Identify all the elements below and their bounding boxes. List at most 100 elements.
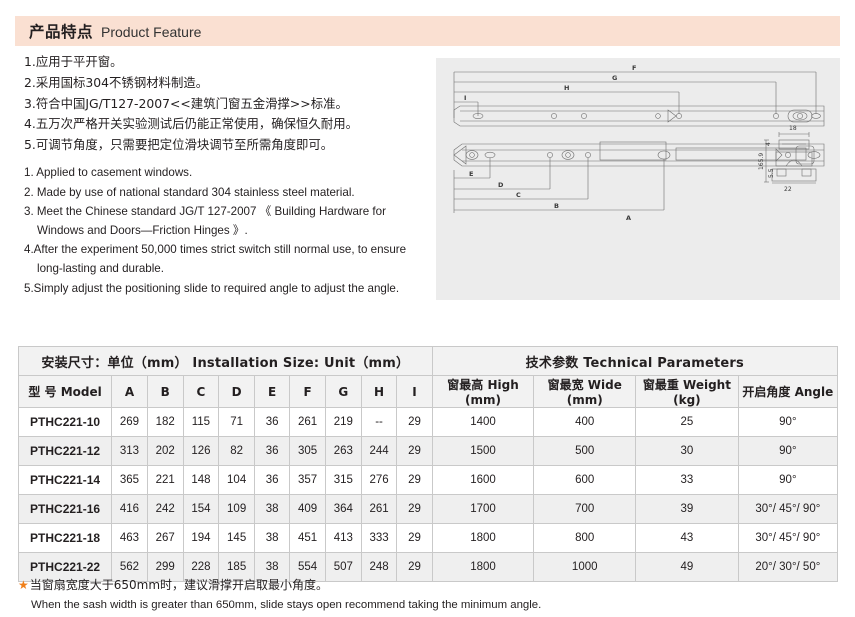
- specification-table: 安装尺寸：单位（mm） Installation Size: Unit（mm） …: [17, 346, 839, 582]
- cell-model: PTHC221-12: [17, 436, 113, 466]
- column-header-b: B: [146, 375, 184, 408]
- cell-a: 365: [111, 465, 148, 495]
- cell-b: 221: [146, 465, 184, 495]
- cell-g: 364: [324, 494, 362, 524]
- cell-e: 36: [253, 407, 291, 437]
- column-header-window-weight: 窗最重 Weight (kg): [635, 375, 739, 408]
- footer-note: ★当窗扇宽度大于650mm时，建议滑撑开启取最小角度。 When the sas…: [18, 576, 718, 611]
- cell-c: 194: [182, 523, 220, 553]
- cell-window-wide: 800: [533, 523, 637, 553]
- cell-a: 269: [111, 407, 148, 437]
- dim-label-I: I: [464, 94, 466, 102]
- cell-model: PTHC221-10: [17, 407, 113, 437]
- dim-label-H: H: [564, 84, 569, 92]
- feature-en-item: 4.After the experiment 50,000 times stri…: [24, 243, 407, 275]
- table-row: PTHC221-10 269 182 115 71 36 261 219 -- …: [17, 407, 839, 437]
- table-row: PTHC221-18 463 267 194 145 38 451 413 33…: [17, 523, 839, 553]
- dim-label-A: A: [626, 214, 631, 222]
- column-header-h: H: [360, 375, 398, 408]
- column-header-model: 型 号 Model: [17, 375, 113, 408]
- cell-model: PTHC221-14: [17, 465, 113, 495]
- column-header-window-high: 窗最高 High (mm): [431, 375, 535, 408]
- feature-cn-item: 3.符合中国JG/T127-2007<<建筑门窗五金滑撑>>标准。: [24, 95, 348, 111]
- column-header-g: G: [324, 375, 362, 408]
- feature-en-item: 2. Made by use of national standard 304 …: [24, 185, 355, 199]
- dim-label-F: F: [632, 64, 636, 72]
- section-dim-18: 18: [789, 125, 797, 132]
- cell-g: 263: [324, 436, 362, 466]
- cell-b: 267: [146, 523, 184, 553]
- cell-angle: 20°/ 30°/ 50°: [737, 552, 839, 582]
- cell-model: PTHC221-18: [17, 523, 113, 553]
- section-dim-5-5: 5.5: [768, 168, 775, 178]
- cell-g: 413: [324, 523, 362, 553]
- cell-b: 182: [146, 407, 184, 437]
- table-head: 安装尺寸：单位（mm） Installation Size: Unit（mm） …: [17, 346, 839, 408]
- table-row: PTHC221-14 365 221 148 104 36 357 315 27…: [17, 465, 839, 495]
- cell-d: 104: [218, 465, 255, 495]
- star-icon: ★: [18, 578, 29, 592]
- section-title-chinese: 产品特点: [29, 23, 94, 41]
- section-dim-4: 4: [765, 142, 772, 146]
- cell-window-wide: 600: [533, 465, 637, 495]
- cell-model: PTHC221-16: [17, 494, 113, 524]
- feature-cn-item: 4.五万次严格开关实验测试后仍能正常使用，确保恒久耐用。: [24, 116, 358, 132]
- feature-list: 1.应用于平开窗。 2.采用国标304不锈钢材料制造。 3.符合中国JG/T12…: [24, 52, 432, 299]
- cell-f: 409: [289, 494, 326, 524]
- cell-angle: 90°: [737, 465, 839, 495]
- dim-label-B: B: [554, 202, 559, 210]
- cell-d: 71: [218, 407, 255, 437]
- cell-window-weight: 25: [635, 407, 739, 437]
- column-header-d: D: [218, 375, 255, 408]
- cell-i: 29: [396, 407, 433, 437]
- table-body: PTHC221-10 269 182 115 71 36 261 219 -- …: [17, 407, 839, 582]
- section-title-english: Product Feature: [101, 24, 202, 40]
- feature-en-item: 3. Meet the Chinese standard JG/T 127-20…: [24, 205, 386, 237]
- cell-angle: 30°/ 45°/ 90°: [737, 523, 839, 553]
- feature-en-item: 5.Simply adjust the positioning slide to…: [24, 281, 400, 295]
- column-header-a: A: [111, 375, 148, 408]
- cell-d: 82: [218, 436, 255, 466]
- cell-window-high: 1800: [431, 523, 535, 553]
- cell-e: 36: [253, 465, 291, 495]
- cell-i: 29: [396, 436, 433, 466]
- cell-window-wide: 500: [533, 436, 637, 466]
- table-group-header-row: 安装尺寸：单位（mm） Installation Size: Unit（mm） …: [18, 346, 839, 376]
- footer-note-chinese-line: ★当窗扇宽度大于650mm时，建议滑撑开启取最小角度。: [18, 576, 718, 593]
- section-title-bar: 产品特点 Product Feature: [15, 16, 840, 46]
- cell-e: 36: [253, 436, 291, 466]
- cell-window-weight: 43: [635, 523, 739, 553]
- feature-cn-item: 5.可调节角度，只需要把定位滑块调节至所需角度即可。: [24, 137, 334, 153]
- dim-label-C: C: [516, 191, 521, 199]
- cell-a: 313: [111, 436, 148, 466]
- group-header-technical-parameters: 技术参数 Technical Parameters: [431, 346, 839, 376]
- cell-a: 463: [111, 523, 148, 553]
- cell-angle: 90°: [737, 407, 839, 437]
- section-dim-22: 22: [784, 186, 792, 193]
- cell-window-weight: 39: [635, 494, 739, 524]
- table-row: PTHC221-16 416 242 154 109 38 409 364 26…: [17, 494, 839, 524]
- dim-label-D: D: [498, 181, 504, 189]
- technical-drawing-svg: F G H I E D C B A 18 4 5.5 165.9 22: [453, 64, 825, 222]
- cell-d: 109: [218, 494, 255, 524]
- cell-h: 244: [360, 436, 398, 466]
- cell-c: 148: [182, 465, 220, 495]
- cell-window-weight: 33: [635, 465, 739, 495]
- column-header-e: E: [253, 375, 291, 408]
- column-header-c: C: [182, 375, 220, 408]
- dim-label-E: E: [469, 170, 473, 178]
- feature-cn-item: 2.采用国标304不锈钢材料制造。: [24, 74, 209, 90]
- cell-f: 451: [289, 523, 326, 553]
- cell-angle: 30°/ 45°/ 90°: [737, 494, 839, 524]
- cell-window-weight: 30: [635, 436, 739, 466]
- footer-note-chinese: 当窗扇宽度大于650mm时，建议滑撑开启取最小角度。: [29, 578, 329, 592]
- cell-f: 357: [289, 465, 326, 495]
- cell-window-wide: 700: [533, 494, 637, 524]
- column-header-f: F: [289, 375, 326, 408]
- cell-i: 29: [396, 523, 433, 553]
- group-header-installation-size: 安装尺寸：单位（mm） Installation Size: Unit（mm）: [18, 346, 433, 376]
- cell-b: 202: [146, 436, 184, 466]
- cell-e: 38: [253, 523, 291, 553]
- cell-e: 38: [253, 494, 291, 524]
- cell-h: 261: [360, 494, 398, 524]
